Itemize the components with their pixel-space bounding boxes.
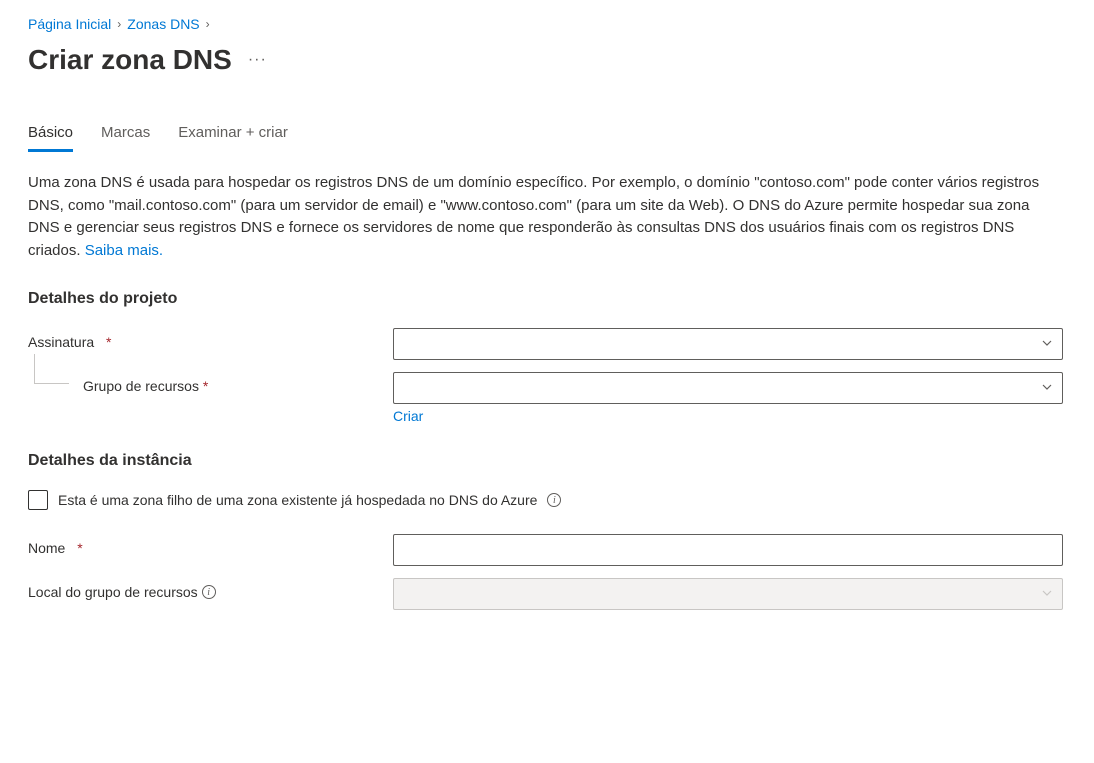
title-row: Criar zona DNS ··· <box>28 44 1066 76</box>
tab-marcas[interactable]: Marcas <box>101 124 150 152</box>
breadcrumb: Página Inicial › Zonas DNS › <box>28 16 1066 32</box>
instance-details-section: Detalhes da instância Esta é uma zona fi… <box>28 452 1066 610</box>
rg-location-label: Local do grupo de recursos i <box>28 578 393 600</box>
more-actions-icon[interactable]: ··· <box>248 51 267 69</box>
tab-list: Básico Marcas Examinar + criar <box>28 124 1066 152</box>
resource-group-select[interactable] <box>393 372 1063 404</box>
required-marker: * <box>106 334 111 350</box>
name-label: Nome * <box>28 534 393 556</box>
breadcrumb-home[interactable]: Página Inicial <box>28 16 111 32</box>
page-title: Criar zona DNS <box>28 44 232 76</box>
tab-basico[interactable]: Básico <box>28 124 73 152</box>
learn-more-link[interactable]: Saiba mais. <box>85 242 163 259</box>
resource-group-row: Grupo de recursos * Criar <box>28 372 1066 424</box>
rg-location-row: Local do grupo de recursos i <box>28 578 1066 610</box>
required-marker: * <box>203 378 208 394</box>
rg-location-select <box>393 578 1063 610</box>
tab-examinar-criar[interactable]: Examinar + criar <box>178 124 288 152</box>
child-zone-checkbox[interactable] <box>28 490 48 510</box>
instance-details-heading: Detalhes da instância <box>28 452 1066 470</box>
create-resource-group-link[interactable]: Criar <box>393 408 423 424</box>
resource-group-label: Grupo de recursos * <box>83 372 393 394</box>
breadcrumb-dns-zones[interactable]: Zonas DNS <box>127 16 199 32</box>
project-details-heading: Detalhes do projeto <box>28 290 1066 308</box>
project-details-section: Detalhes do projeto Assinatura * Grupo d… <box>28 290 1066 424</box>
info-icon[interactable]: i <box>547 493 561 507</box>
child-zone-checkbox-label: Esta é uma zona filho de uma zona existe… <box>58 492 537 508</box>
info-icon[interactable]: i <box>202 585 216 599</box>
required-marker: * <box>77 540 82 556</box>
indent-connector <box>34 354 69 384</box>
child-zone-checkbox-row: Esta é uma zona filho de uma zona existe… <box>28 490 1066 510</box>
subscription-label: Assinatura * <box>28 328 393 350</box>
description-text: Uma zona DNS é usada para hospedar os re… <box>28 172 1058 262</box>
name-input[interactable] <box>393 534 1063 566</box>
subscription-row: Assinatura * <box>28 328 1066 360</box>
subscription-select[interactable] <box>393 328 1063 360</box>
chevron-right-icon: › <box>117 17 121 31</box>
chevron-right-icon: › <box>206 17 210 31</box>
name-row: Nome * <box>28 534 1066 566</box>
